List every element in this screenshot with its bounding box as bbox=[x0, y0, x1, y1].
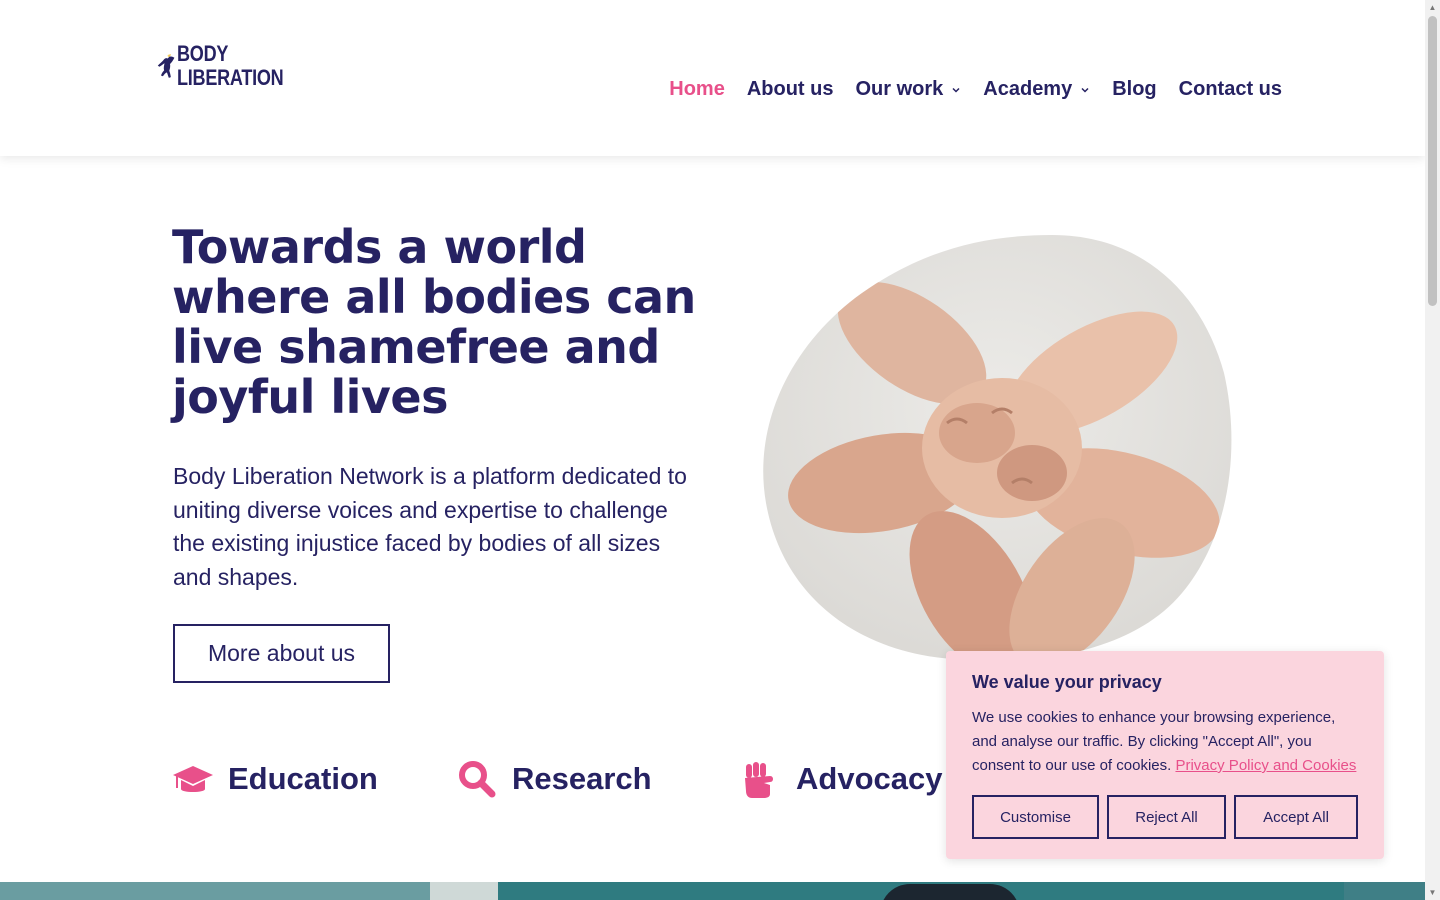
customise-button[interactable]: Customise bbox=[972, 795, 1099, 839]
hands-fist-bump-image bbox=[763, 235, 1232, 661]
hero-description: Body Liberation Network is a platform de… bbox=[173, 463, 687, 590]
magnifier-icon bbox=[459, 761, 496, 798]
cookie-consent-panel: We value your privacy We use cookies to … bbox=[946, 651, 1384, 859]
chevron-down-icon bbox=[1081, 87, 1089, 93]
raised-fist-icon bbox=[745, 762, 773, 798]
site-logo[interactable]: BODY LIBERATION bbox=[157, 34, 307, 98]
page: BODY LIBERATION Home About us Our work A… bbox=[0, 0, 1425, 900]
nav-item-about-us[interactable]: About us bbox=[747, 78, 834, 101]
nav-label-contact-us: Contact us bbox=[1178, 78, 1282, 100]
nav-item-academy[interactable]: Academy bbox=[983, 78, 1090, 101]
main-nav: Home About us Our work Academy Blog Cont… bbox=[669, 78, 1282, 101]
scroll-down-arrow-icon[interactable]: ▼ bbox=[1428, 888, 1437, 897]
feature-advocacy[interactable]: Advocacy bbox=[740, 758, 942, 800]
accept-all-button[interactable]: Accept All bbox=[1234, 795, 1358, 839]
feature-research[interactable]: Research bbox=[456, 758, 652, 800]
logo-line-1: BODY bbox=[177, 41, 229, 66]
reject-all-button[interactable]: Reject All bbox=[1107, 795, 1226, 839]
next-section-image bbox=[0, 882, 1425, 900]
site-header: BODY LIBERATION Home About us Our work A… bbox=[0, 0, 1425, 156]
nav-label-academy: Academy bbox=[983, 78, 1073, 100]
logo-wordmark: BODY LIBERATION bbox=[177, 41, 284, 90]
graduation-cap-icon bbox=[173, 766, 213, 792]
feature-label-research: Research bbox=[512, 761, 652, 796]
nav-item-our-work[interactable]: Our work bbox=[855, 78, 961, 101]
hero-title: Towards a world where all bodies can liv… bbox=[172, 220, 696, 424]
more-about-us-button[interactable]: More about us bbox=[173, 624, 390, 683]
nav-label-our-work: Our work bbox=[855, 78, 944, 100]
scrollbar-thumb[interactable] bbox=[1428, 16, 1437, 306]
feature-label-education: Education bbox=[228, 761, 378, 796]
nav-label-about-us: About us bbox=[746, 78, 834, 100]
nav-label-home: Home bbox=[669, 78, 725, 100]
cookie-buttons: Customise Reject All Accept All bbox=[972, 795, 1358, 839]
privacy-policy-link[interactable]: Privacy Policy and Cookies bbox=[1175, 757, 1356, 774]
chevron-down-icon bbox=[952, 87, 960, 93]
feature-label-advocacy: Advocacy bbox=[796, 761, 943, 796]
scroll-up-arrow-icon[interactable]: ▲ bbox=[1428, 3, 1437, 12]
page-scrollbar[interactable]: ▲ ▼ bbox=[1425, 0, 1440, 900]
logo-line-2: LIBERATION bbox=[177, 65, 284, 90]
cookie-text: We use cookies to enhance your browsing … bbox=[972, 706, 1358, 778]
nav-item-blog[interactable]: Blog bbox=[1112, 78, 1156, 101]
nav-label-blog: Blog bbox=[1112, 78, 1157, 100]
cookie-title: We value your privacy bbox=[972, 672, 1162, 692]
leaping-figure-icon bbox=[157, 54, 175, 78]
nav-item-home[interactable]: Home bbox=[669, 78, 725, 101]
feature-education[interactable]: Education bbox=[172, 758, 378, 800]
nav-item-contact-us[interactable]: Contact us bbox=[1179, 78, 1282, 101]
